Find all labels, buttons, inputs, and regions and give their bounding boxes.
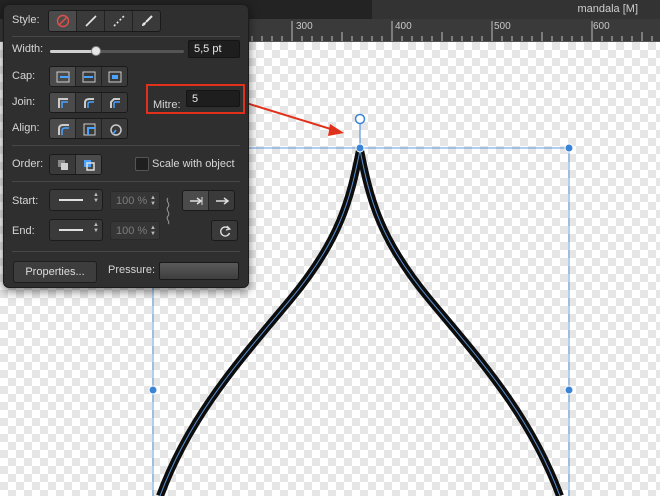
stroke-behind-fill-icon[interactable]	[50, 155, 76, 174]
line-preview	[59, 229, 83, 231]
width-field[interactable]: 5,5 pt	[188, 40, 240, 58]
stroke-panel: Style: Width: 5,5 pt Cap: Join: Align: O…	[3, 4, 249, 288]
width-slider-fill	[50, 50, 96, 53]
document-title: mandala [M]	[577, 3, 638, 15]
style-label: Style:	[12, 14, 40, 26]
join-button-group	[49, 92, 128, 113]
divider	[12, 145, 240, 146]
align-button-group	[49, 118, 128, 139]
stepper-icon: ▲ ▼	[150, 195, 156, 207]
round-join-icon[interactable]	[76, 93, 102, 112]
end-size-field[interactable]: 100 % ▲ ▼	[110, 221, 160, 240]
document-tab[interactable]: mandala [M]	[372, 0, 660, 19]
properties-button[interactable]: Properties...	[13, 261, 97, 283]
width-slider-knob[interactable]	[90, 46, 101, 56]
width-slider[interactable]	[50, 46, 184, 56]
arrow-inside-icon[interactable]	[183, 191, 209, 210]
order-button-group	[49, 154, 102, 175]
solid-line-icon[interactable]	[77, 11, 105, 31]
cap-label: Cap:	[12, 70, 36, 82]
brush-icon[interactable]	[133, 11, 160, 31]
dashed-line-icon[interactable]	[105, 11, 133, 31]
scale-with-object-label: Scale with object	[152, 158, 235, 170]
width-label: Width:	[12, 43, 44, 55]
stepper-icon: ▲ ▼	[150, 225, 156, 237]
join-label: Join:	[12, 96, 36, 108]
start-label: Start:	[12, 195, 39, 207]
bevel-join-icon[interactable]	[102, 93, 127, 112]
scale-with-object-checkbox[interactable]	[135, 157, 149, 171]
ruler-label-600: 600	[593, 21, 610, 32]
butt-cap-icon[interactable]	[50, 67, 76, 86]
start-size-field[interactable]: 100 % ▲ ▼	[110, 191, 160, 210]
align-label: Align:	[12, 122, 40, 134]
arrow-placement-group	[182, 190, 235, 211]
stroke-front-fill-icon[interactable]	[76, 155, 101, 174]
end-label: End:	[12, 225, 35, 237]
divider	[12, 181, 240, 182]
align-inside-icon[interactable]	[50, 119, 76, 138]
cap-button-group	[49, 66, 128, 87]
arrow-outside-icon[interactable]	[209, 191, 234, 210]
ruler-label-400: 400	[395, 21, 412, 32]
miter-join-icon[interactable]	[50, 93, 76, 112]
swap-arrows-icon[interactable]	[212, 221, 237, 240]
no-stroke-icon[interactable]	[49, 11, 77, 31]
align-center-icon[interactable]	[76, 119, 102, 138]
divider	[12, 251, 240, 252]
end-arrowhead-select[interactable]: ▲ ▼	[49, 219, 103, 241]
ruler-label-300: 300	[296, 21, 313, 32]
start-arrowhead-select[interactable]: ▲ ▼	[49, 189, 103, 211]
link-sizes-icon[interactable]	[164, 197, 172, 225]
line-preview	[59, 199, 83, 201]
divider	[12, 36, 240, 37]
stepper-icon: ▲ ▼	[93, 222, 99, 234]
align-outside-icon[interactable]	[102, 119, 127, 138]
end-size-value: 100 %	[116, 224, 148, 237]
stepper-icon: ▲ ▼	[93, 192, 99, 204]
ruler-label-500: 500	[494, 21, 511, 32]
swap-group	[211, 220, 238, 241]
pressure-label: Pressure:	[108, 264, 156, 276]
pressure-graph[interactable]	[159, 262, 239, 280]
order-label: Order:	[12, 158, 44, 170]
style-button-group	[48, 10, 161, 32]
start-size-value: 100 %	[116, 194, 148, 207]
mitre-field[interactable]: 5	[186, 90, 240, 107]
round-cap-icon[interactable]	[76, 67, 102, 86]
square-cap-icon[interactable]	[102, 67, 127, 86]
